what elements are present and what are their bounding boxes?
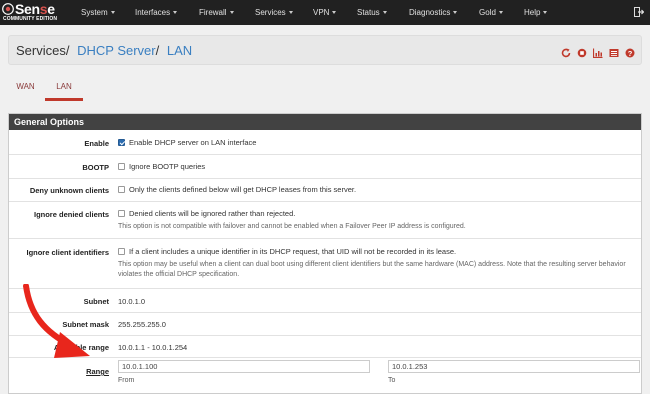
- bootp-label: BOOTP: [82, 163, 109, 172]
- tab-lan[interactable]: LAN: [45, 75, 83, 101]
- breadcrumb-separator: /: [65, 43, 70, 58]
- row-bootp: BOOTP Ignore BOOTP queries: [9, 155, 641, 179]
- log-icon[interactable]: [609, 45, 619, 57]
- caret-down-icon: [173, 11, 178, 15]
- caret-down-icon: [288, 11, 293, 15]
- enable-checkbox[interactable]: [118, 139, 125, 146]
- bootp-field: Ignore BOOTP queries: [118, 162, 635, 171]
- available-range-label: Available range: [53, 343, 109, 352]
- brand-logo[interactable]: Sense COMMUNITY EDITION: [2, 1, 68, 24]
- stop-service-icon[interactable]: [577, 45, 587, 58]
- nav-status[interactable]: Status: [357, 0, 387, 25]
- caret-down-icon: [453, 11, 458, 15]
- brand-name: Sense: [15, 1, 55, 17]
- ignore-denied-checkbox[interactable]: [118, 210, 125, 217]
- caret-down-icon: [543, 11, 548, 15]
- row-range: Range 10.0.1.100 From 10.0.1.253 To: [9, 358, 641, 393]
- deny-unknown-checkbox[interactable]: [118, 186, 125, 193]
- caret-down-icon: [332, 11, 337, 15]
- nav-system[interactable]: System: [81, 0, 115, 25]
- caret-down-icon: [110, 11, 115, 15]
- range-to-input[interactable]: 10.0.1.253: [388, 360, 640, 373]
- ignore-uid-field: If a client includes a unique identifier…: [118, 247, 635, 280]
- ignore-denied-field: Denied clients will be ignored rather th…: [118, 209, 635, 232]
- range-from-input[interactable]: 10.0.1.100: [118, 360, 370, 373]
- brand-edition: COMMUNITY EDITION: [3, 16, 58, 22]
- breadcrumb: Services/ DHCP Server/ LAN ?: [8, 35, 642, 65]
- subnet-value: 10.0.1.0: [118, 297, 146, 306]
- range-from-caption: From: [118, 377, 135, 384]
- deny-unknown-field: Only the clients defined below will get …: [118, 185, 635, 194]
- status-chart-icon[interactable]: [592, 45, 603, 59]
- breadcrumb-services: Services: [16, 43, 66, 58]
- page-title: Services/ DHCP Server/ LAN: [16, 42, 192, 59]
- nav-vpn[interactable]: VPN: [313, 0, 337, 25]
- nav-gold[interactable]: Gold: [479, 0, 503, 25]
- caret-down-icon: [229, 11, 234, 15]
- row-ignore-denied: Ignore denied clients Denied clients wil…: [9, 202, 641, 239]
- range-label[interactable]: Range: [9, 367, 109, 376]
- enable-field: Enable DHCP server on LAN interface: [118, 138, 635, 147]
- general-options-panel: General Options Enable Enable DHCP serve…: [8, 113, 642, 394]
- pfsense-logo-icon: [2, 3, 14, 15]
- nav-firewall[interactable]: Firewall: [199, 0, 234, 25]
- help-icon[interactable]: ?: [625, 45, 635, 58]
- logout-icon[interactable]: [634, 7, 644, 17]
- enable-text: Enable DHCP server on LAN interface: [129, 138, 257, 147]
- bootp-checkbox[interactable]: [118, 163, 125, 170]
- nav-diagnostics[interactable]: Diagnostics: [409, 0, 458, 25]
- deny-unknown-text: Only the clients defined below will get …: [129, 185, 357, 194]
- enable-label: Enable: [84, 139, 109, 148]
- range-to-caption: To: [388, 377, 396, 384]
- nav-help[interactable]: Help: [524, 0, 548, 25]
- service-icons: ?: [560, 45, 635, 59]
- ignore-denied-help: This option is not compatible with failo…: [118, 223, 466, 230]
- row-subnet-mask: Subnet mask 255.255.255.0: [9, 313, 641, 336]
- svg-text:?: ?: [628, 49, 633, 58]
- ignore-denied-text: Denied clients will be ignored rather th…: [129, 209, 296, 218]
- deny-unknown-label: Deny unknown clients: [29, 186, 109, 195]
- subnet-mask-label: Subnet mask: [62, 320, 109, 329]
- nav-interfaces[interactable]: Interfaces: [135, 0, 178, 25]
- restart-service-icon[interactable]: [561, 45, 571, 58]
- subnet-mask-value: 255.255.255.0: [118, 320, 166, 329]
- tab-wan[interactable]: WAN: [8, 75, 43, 101]
- interface-tabs: WAN LAN: [8, 75, 642, 101]
- bootp-text: Ignore BOOTP queries: [129, 162, 206, 171]
- row-subnet: Subnet 10.0.1.0: [9, 289, 641, 313]
- ignore-uid-label: Ignore client identifiers: [26, 248, 109, 257]
- top-navbar: Sense COMMUNITY EDITION System Interface…: [0, 0, 650, 25]
- row-ignore-uid: Ignore client identifiers If a client in…: [9, 239, 641, 289]
- row-enable: Enable Enable DHCP server on LAN interfa…: [9, 130, 641, 155]
- caret-down-icon: [382, 11, 387, 15]
- breadcrumb-separator: /: [155, 43, 160, 58]
- ignore-uid-help: This option may be useful when a client …: [118, 261, 626, 278]
- row-available-range: Available range 10.0.1.1 - 10.0.1.254: [9, 336, 641, 358]
- breadcrumb-dhcp-server[interactable]: DHCP Server: [77, 43, 156, 58]
- ignore-denied-label: Ignore denied clients: [33, 210, 109, 219]
- subnet-label: Subnet: [83, 297, 109, 306]
- available-range-value: 10.0.1.1 - 10.0.1.254: [118, 343, 188, 352]
- panel-title: General Options: [9, 114, 641, 130]
- ignore-uid-text: If a client includes a unique identifier…: [129, 247, 457, 256]
- row-deny-unknown: Deny unknown clients Only the clients de…: [9, 179, 641, 202]
- breadcrumb-lan[interactable]: LAN: [167, 43, 192, 58]
- caret-down-icon: [498, 11, 503, 15]
- ignore-uid-checkbox[interactable]: [118, 248, 125, 255]
- nav-services[interactable]: Services: [255, 0, 293, 25]
